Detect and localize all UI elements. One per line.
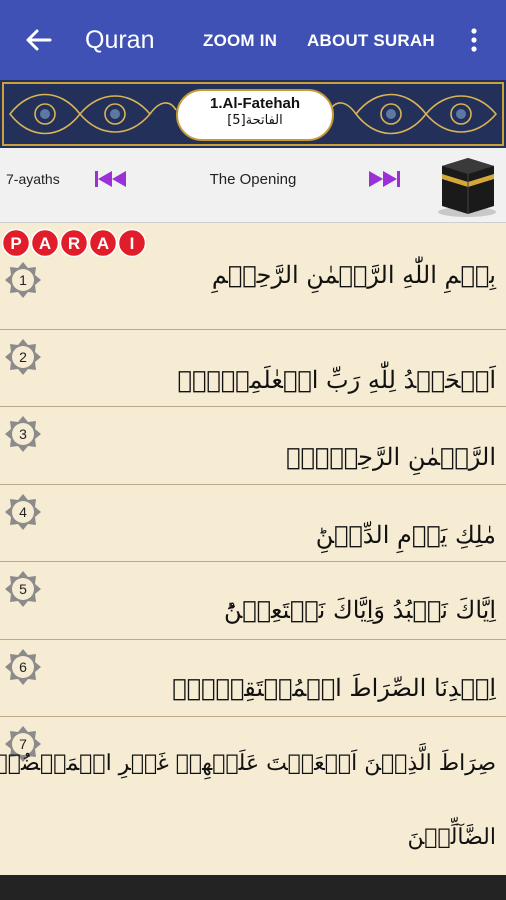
verse-row-7[interactable]: 7 صِرَاطَ الَّذِيۡنَ اَنۡعَمۡتَ عَلَيۡهِ…	[0, 717, 506, 875]
verse-row-4[interactable]: 4 مٰلِكِ يَوۡمِ الدِّيۡنِؕ	[0, 485, 506, 562]
kaaba-icon	[438, 158, 496, 217]
more-options-icon[interactable]	[466, 26, 482, 54]
surah-title-plate: 1.Al-Fatehah [5]الفاتحة	[176, 89, 334, 141]
svg-text:1: 1	[19, 272, 27, 288]
back-arrow-icon[interactable]	[24, 26, 52, 54]
verse-text-continued: الضَّآلِّيۡنَ	[407, 825, 496, 850]
svg-text:A: A	[39, 234, 51, 253]
verse-list[interactable]: 1 بِسۡمِ اللّٰهِ الرَّحۡمٰنِ الرَّحِيۡمِ…	[0, 223, 506, 875]
verse-number-badge: 3	[5, 416, 41, 452]
verse-text: الرَّحۡمٰنِ الرَّحِيۡمِۙ	[286, 443, 496, 471]
svg-text:R: R	[68, 234, 80, 253]
verse-row-3[interactable]: 3 الرَّحۡمٰنِ الرَّحِيۡمِۙ	[0, 407, 506, 485]
verse-number-badge: 2	[5, 339, 41, 375]
verse-text: بِسۡمِ اللّٰهِ الرَّحۡمٰنِ الرَّحِيۡمِ	[211, 261, 496, 289]
bottom-bar	[0, 875, 506, 900]
zoom-in-button[interactable]: ZOOM IN	[203, 31, 277, 51]
svg-text:6: 6	[19, 659, 27, 675]
verse-row-2[interactable]: 2 اَلۡحَمۡدُ لِلّٰهِ رَبِّ الۡعٰلَمِيۡنَ…	[0, 330, 506, 407]
verse-number-badge: 6	[5, 649, 41, 685]
verse-row-5[interactable]: 5 اِيَّاكَ نَعۡبُدُ وَاِيَّاكَ نَسۡتَعِي…	[0, 562, 506, 640]
surah-info-bar: 7-ayaths The Opening	[0, 148, 506, 223]
verse-text: اِهۡدِنَا الصِّرَاطَ الۡمُسۡتَقِيۡمَۙ	[172, 674, 496, 702]
surah-banner: 1.Al-Fatehah [5]الفاتحة	[0, 80, 506, 148]
verse-text: اَلۡحَمۡدُ لِلّٰهِ رَبِّ الۡعٰلَمِيۡنَۙ	[177, 366, 496, 394]
about-surah-button[interactable]: ABOUT SURAH	[307, 31, 435, 51]
verse-row-6[interactable]: 6 اِهۡدِنَا الصِّرَاطَ الۡمُسۡتَقِيۡمَۙ	[0, 640, 506, 717]
svg-text:7: 7	[19, 736, 27, 752]
verse-text: مٰلِكِ يَوۡمِ الدِّيۡنِؕ	[315, 521, 496, 549]
app-bar: Quran ZOOM IN ABOUT SURAH	[0, 0, 506, 80]
svg-text:3: 3	[19, 426, 27, 442]
surah-arabic-title: [5]الفاتحة	[227, 113, 283, 128]
parai-tag[interactable]: P A R A I	[2, 228, 146, 258]
svg-text:I: I	[130, 234, 135, 253]
svg-text:5: 5	[19, 581, 27, 597]
surah-title: 1.Al-Fatehah	[209, 95, 300, 112]
svg-text:4: 4	[19, 504, 27, 520]
app-title: Quran	[85, 26, 155, 54]
next-surah-icon[interactable]	[366, 169, 402, 189]
svg-text:2: 2	[19, 349, 27, 365]
verse-number-badge: 5	[5, 571, 41, 607]
svg-text:A: A	[97, 234, 109, 253]
svg-text:P: P	[10, 234, 21, 253]
verse-text: اِيَّاكَ نَعۡبُدُ وَاِيَّاكَ نَسۡتَعِيۡن…	[223, 596, 496, 624]
verse-number-badge: 4	[5, 494, 41, 530]
verse-number-badge: 1	[5, 262, 41, 298]
surah-english-name: The Opening	[209, 171, 297, 188]
verse-text: صِرَاطَ الَّذِيۡنَ اَنۡعَمۡتَ عَلَيۡهِمۡ…	[0, 751, 496, 776]
